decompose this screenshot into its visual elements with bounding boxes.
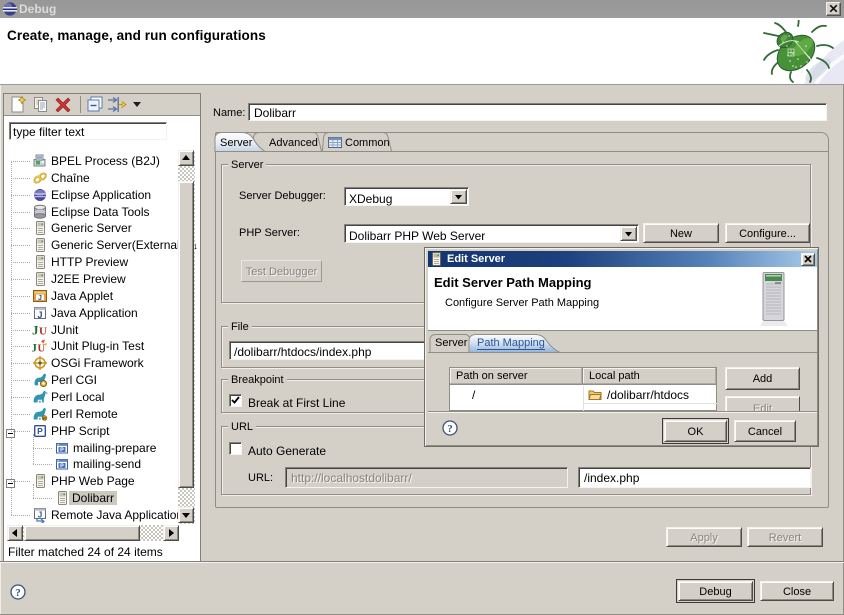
svg-text:P: P (60, 463, 64, 469)
svg-text:U: U (39, 326, 47, 338)
svg-text:J: J (32, 323, 39, 338)
svg-text:P: P (37, 426, 43, 436)
svg-text:?: ? (447, 423, 453, 435)
svg-text:J: J (37, 310, 42, 320)
svg-text:J: J (32, 341, 37, 355)
svg-text:U: U (38, 344, 46, 355)
svg-text:J: J (38, 295, 42, 302)
svg-text:P: P (60, 447, 64, 453)
svg-text:J: J (38, 511, 42, 520)
svg-text:?: ? (15, 587, 21, 599)
